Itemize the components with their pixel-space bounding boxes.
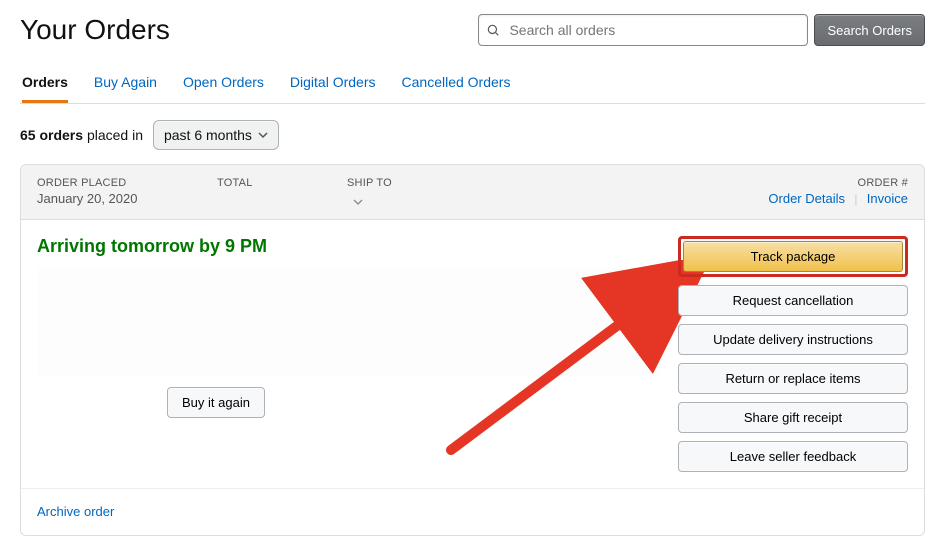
order-placed-label: ORDER PLACED (37, 177, 207, 189)
placed-in-text: placed in (87, 127, 143, 143)
orders-count: 65 orders (20, 127, 83, 143)
order-total-label: TOTAL (217, 177, 337, 189)
item-placeholder (37, 267, 660, 377)
ship-to-label: SHIP TO (347, 177, 487, 189)
tab-digital-orders[interactable]: Digital Orders (290, 64, 376, 103)
tab-orders[interactable]: Orders (22, 64, 68, 103)
ship-to-value[interactable] (347, 197, 363, 207)
chevron-down-icon (353, 197, 363, 207)
tab-buy-again[interactable]: Buy Again (94, 64, 157, 103)
return-replace-button[interactable]: Return or replace items (678, 363, 908, 394)
tab-cancelled-orders[interactable]: Cancelled Orders (402, 64, 511, 103)
period-select-label: past 6 months (164, 127, 252, 143)
order-card: ORDER PLACED January 20, 2020 TOTAL SHIP… (20, 164, 925, 536)
delivery-status: Arriving tomorrow by 9 PM (37, 236, 660, 257)
page-title: Your Orders (20, 14, 170, 46)
separator: | (854, 192, 857, 206)
request-cancellation-button[interactable]: Request cancellation (678, 285, 908, 316)
order-header: ORDER PLACED January 20, 2020 TOTAL SHIP… (21, 165, 924, 220)
archive-order-link[interactable]: Archive order (37, 504, 114, 519)
search-orders-button[interactable]: Search Orders (814, 14, 925, 46)
track-package-highlight: Track package (678, 236, 908, 277)
track-package-button[interactable]: Track package (683, 241, 903, 272)
tab-open-orders[interactable]: Open Orders (183, 64, 264, 103)
order-number-label: ORDER # (858, 177, 908, 189)
period-select[interactable]: past 6 months (153, 120, 279, 150)
tabs-bar: Orders Buy Again Open Orders Digital Ord… (20, 64, 925, 104)
invoice-link[interactable]: Invoice (867, 191, 908, 206)
order-actions: Track package Request cancellation Updat… (678, 236, 908, 472)
buy-it-again-button[interactable]: Buy it again (167, 387, 265, 418)
chevron-down-icon (258, 130, 268, 140)
share-gift-receipt-button[interactable]: Share gift receipt (678, 402, 908, 433)
search-icon (486, 23, 500, 37)
update-delivery-button[interactable]: Update delivery instructions (678, 324, 908, 355)
order-placed-date: January 20, 2020 (37, 191, 207, 206)
search-input[interactable] (478, 14, 808, 46)
order-details-link[interactable]: Order Details (768, 191, 845, 206)
leave-feedback-button[interactable]: Leave seller feedback (678, 441, 908, 472)
